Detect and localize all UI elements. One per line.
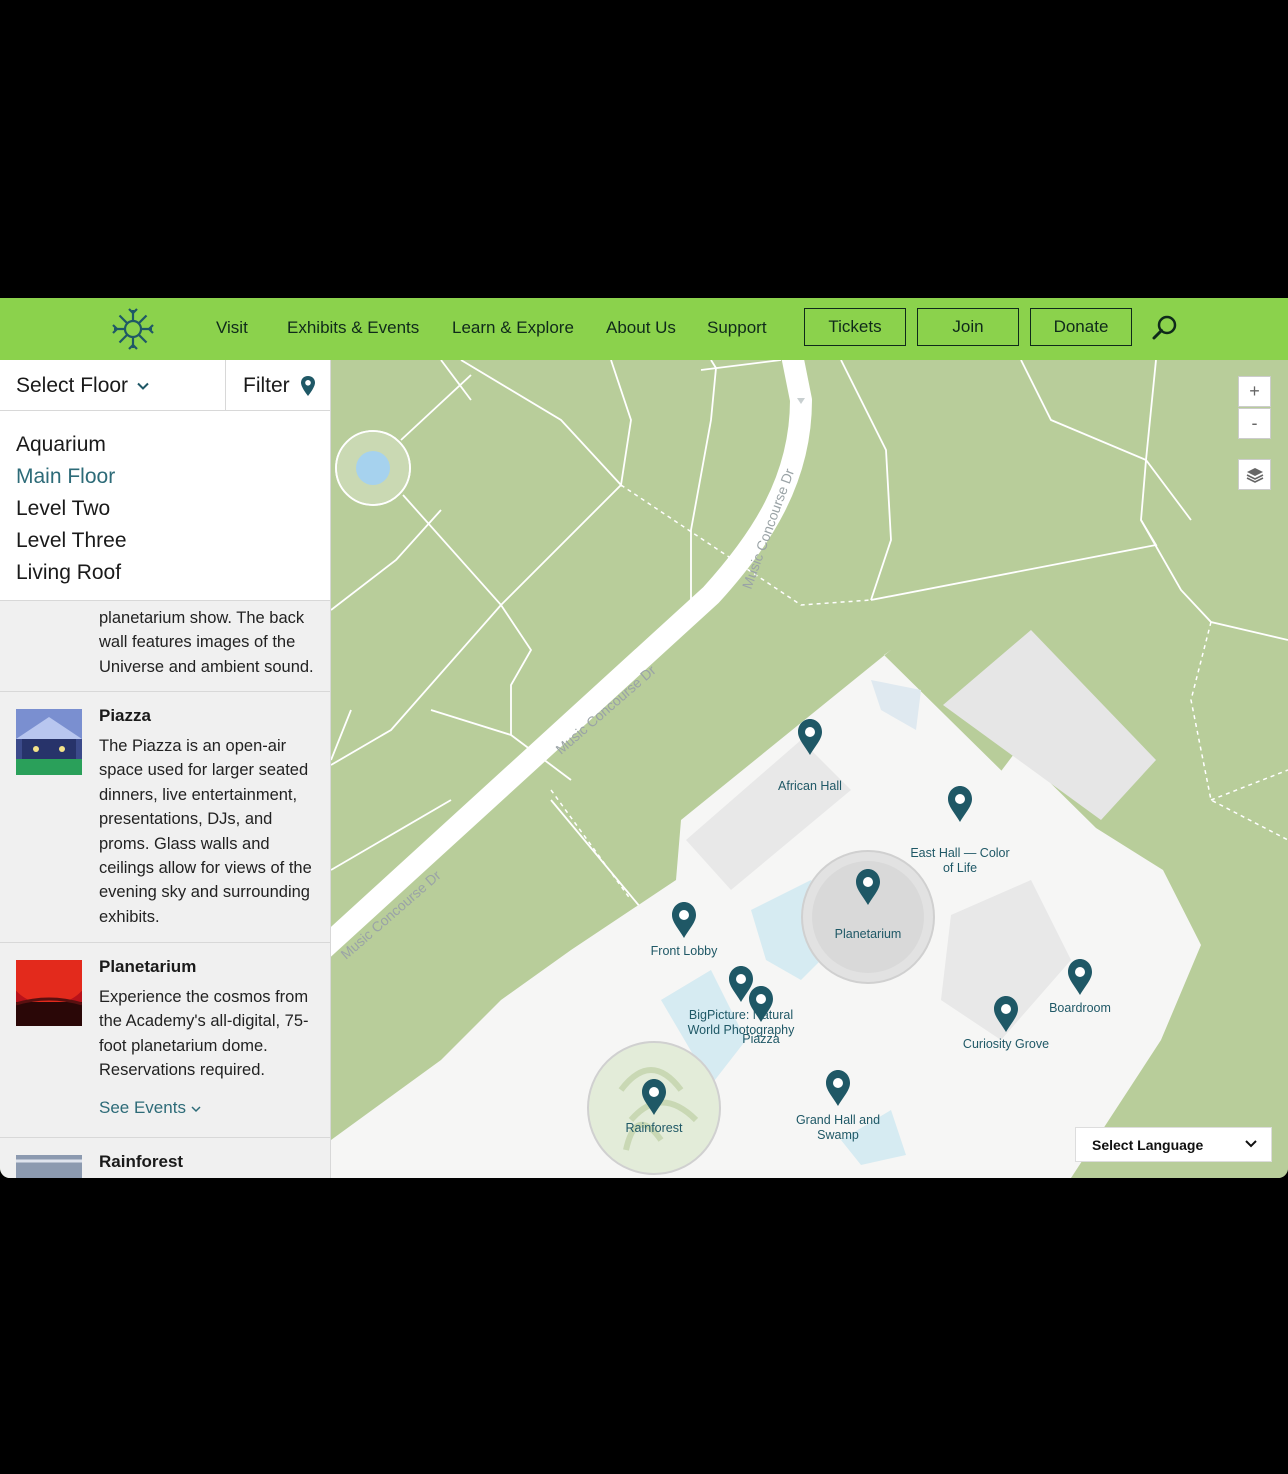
- map-pin-label: East Hall — Color: [910, 846, 1009, 860]
- nav-exhibits-events[interactable]: Exhibits & Events: [287, 318, 419, 338]
- nav-support[interactable]: Support: [707, 318, 767, 338]
- join-button[interactable]: Join: [917, 308, 1019, 346]
- map-pin-label: African Hall: [778, 779, 842, 793]
- list-item[interactable]: Piazza The Piazza is an open-air space u…: [0, 692, 330, 943]
- chevron-down-icon: [191, 1106, 201, 1113]
- layers-button[interactable]: [1238, 459, 1271, 490]
- floor-list: Aquarium Main Floor Level Two Level Thre…: [0, 411, 330, 601]
- select-language-label: Select Language: [1092, 1136, 1204, 1153]
- layers-icon: [1246, 467, 1263, 483]
- tickets-button[interactable]: Tickets: [804, 308, 906, 346]
- map-pin-label: Planetarium: [835, 927, 902, 941]
- entry-description: planetarium show. The back wall features…: [99, 609, 314, 676]
- list-item[interactable]: Planetarium Experience the cosmos from t…: [0, 943, 330, 1138]
- chevron-down-icon: [1245, 1140, 1257, 1148]
- map-pin-label: BigPicture: Natural: [689, 1008, 793, 1022]
- floor-item-aquarium[interactable]: Aquarium: [0, 429, 330, 461]
- donate-button[interactable]: Donate: [1030, 308, 1132, 346]
- nav-about-us[interactable]: About Us: [606, 318, 676, 338]
- map-pin-label: Piazza: [742, 1032, 780, 1046]
- nav-visit[interactable]: Visit: [216, 318, 248, 338]
- map-pin-label: Front Lobby: [651, 944, 718, 958]
- see-events-label: See Events: [99, 1098, 186, 1117]
- zoom-out-button[interactable]: -: [1238, 408, 1271, 439]
- piazza-thumbnail: [16, 709, 82, 775]
- list-item[interactable]: Rainforest: [0, 1138, 330, 1178]
- entry-description: The Piazza is an open-air space used for…: [99, 737, 312, 926]
- floor-item-living-roof[interactable]: Living Roof: [0, 557, 330, 589]
- list-item: planetarium show. The back wall features…: [0, 601, 330, 692]
- map-pin-label: Curiosity Grove: [963, 1037, 1049, 1051]
- search-icon[interactable]: [1150, 313, 1180, 343]
- zoom-in-button[interactable]: +: [1238, 376, 1271, 407]
- see-events-link[interactable]: See Events: [99, 1098, 201, 1118]
- select-floor-dropdown[interactable]: Select Floor: [0, 360, 226, 411]
- panel-header: Select Floor Filter: [0, 360, 330, 411]
- filter-button[interactable]: Filter: [226, 360, 330, 411]
- entry-title: Rainforest: [99, 1152, 184, 1171]
- top-navigation: Visit Exhibits & Events Learn & Explore …: [0, 298, 1288, 360]
- floor-item-level-two[interactable]: Level Two: [0, 493, 330, 525]
- floor-item-main-floor[interactable]: Main Floor: [0, 461, 330, 493]
- side-panel: Select Floor Filter Aquarium Main Floor …: [0, 360, 331, 1178]
- map-pin-label: Grand Hall and: [796, 1113, 880, 1127]
- rainforest-thumbnail: [16, 1155, 82, 1178]
- app-window: Visit Exhibits & Events Learn & Explore …: [0, 298, 1288, 1178]
- snowflake-logo-icon[interactable]: [112, 308, 154, 350]
- planetarium-thumbnail: [16, 960, 82, 1026]
- chevron-down-icon: [137, 382, 149, 390]
- select-language-dropdown[interactable]: Select Language: [1075, 1127, 1272, 1162]
- floor-item-level-three[interactable]: Level Three: [0, 525, 330, 557]
- map-pin-label: Swamp: [817, 1128, 859, 1142]
- map-pin-icon: [300, 375, 315, 396]
- map-pin-label: Rainforest: [626, 1121, 683, 1135]
- map-canvas[interactable]: Music Concourse Dr Music Concourse Dr Mu…: [303, 347, 1288, 1178]
- select-floor-label: Select Floor: [16, 373, 129, 397]
- entry-title: Piazza: [99, 706, 151, 725]
- map-pin-label: of Life: [943, 861, 977, 875]
- map-pin-label: Boardroom: [1049, 1001, 1111, 1015]
- floor-map[interactable]: Music Concourse Dr Music Concourse Dr Mu…: [303, 347, 1288, 1178]
- nav-learn-explore[interactable]: Learn & Explore: [452, 318, 574, 338]
- entry-title: Planetarium: [99, 957, 197, 976]
- filter-label: Filter: [243, 373, 290, 397]
- entry-description: Experience the cosmos from the Academy's…: [99, 988, 309, 1080]
